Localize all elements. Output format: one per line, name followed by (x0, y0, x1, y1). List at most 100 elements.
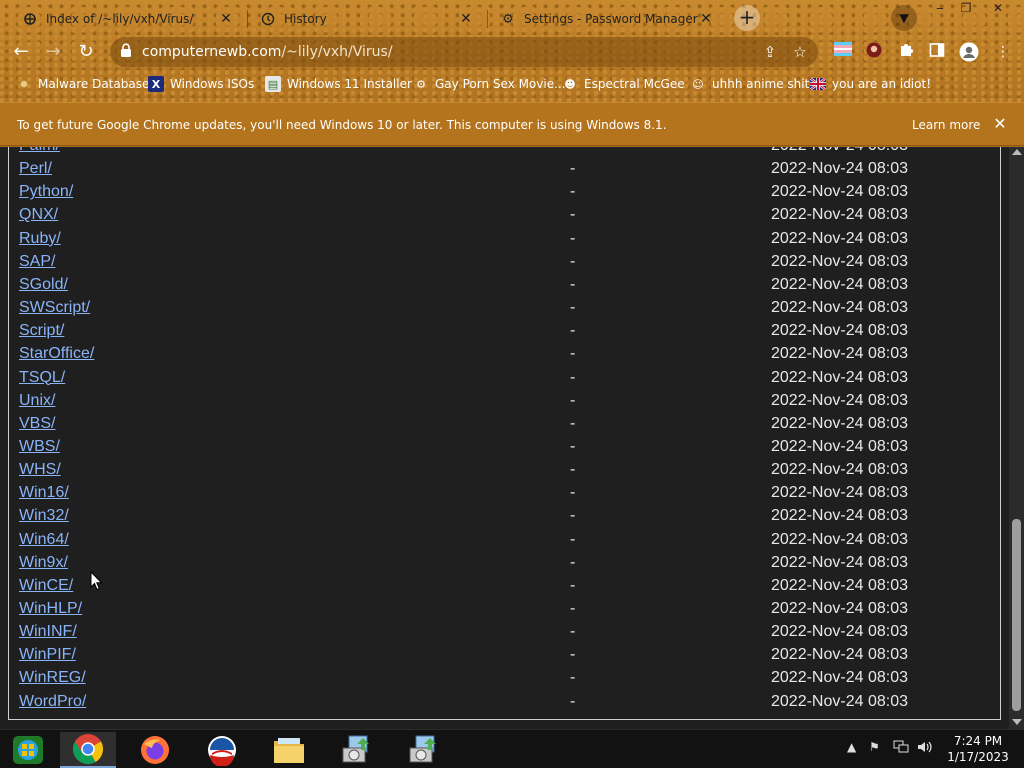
lock-icon[interactable] (120, 43, 134, 59)
directory-link[interactable]: StarOffice/ (19, 345, 94, 363)
modified-date-cell: 2022-Nov-24 08:03 (771, 391, 908, 409)
directory-link[interactable]: SWScript/ (19, 299, 90, 317)
directory-link[interactable]: Win32/ (19, 507, 69, 525)
directory-link[interactable]: WinHLP/ (19, 600, 82, 618)
minimize-button[interactable]: ‒ (927, 0, 953, 18)
toolbar: ← → ↻ computernewb.com/~lily/vxh/Virus/ … (0, 34, 1024, 70)
url-text[interactable]: computernewb.com/~lily/vxh/Virus/ (142, 44, 393, 60)
size-cell: - (570, 147, 575, 155)
show-hidden-icons-chevron-icon[interactable]: ▲ (847, 740, 856, 754)
table-row: WinREG/ - 2022-Nov-24 08:03 (19, 667, 989, 690)
bookmark-malware-database[interactable]: ✹ Malware Database (16, 75, 149, 93)
close-infobar-icon[interactable]: ✕ (991, 115, 1009, 133)
size-cell: - (570, 623, 576, 641)
directory-link[interactable]: VBS/ (19, 415, 55, 433)
tab-index-virus[interactable]: Index of /~lily/vxh/Virus/ ✕ (12, 4, 244, 34)
extension-avatar-icon[interactable] (864, 42, 884, 62)
new-tab-button[interactable]: + (734, 5, 760, 31)
malware-icon (22, 11, 38, 27)
scrollbar-thumb[interactable] (1012, 519, 1021, 711)
uk-flag-icon (810, 76, 826, 92)
directory-link[interactable]: WinPIF/ (19, 646, 76, 664)
modified-date-cell: 2022-Nov-24 08:03 (771, 646, 908, 664)
taskbar-opera[interactable] (194, 732, 250, 768)
directory-link[interactable]: WinINF/ (19, 623, 77, 641)
bookmark-windows-isos[interactable]: X Windows ISOs (148, 75, 254, 93)
directory-link[interactable]: WinCE/ (19, 577, 73, 595)
tab-search-button[interactable]: ▼ (891, 5, 917, 31)
action-center-flag-icon[interactable]: ⚑ (869, 740, 880, 754)
directory-link[interactable]: Ruby/ (19, 230, 61, 248)
directory-link[interactable]: Palm/ (19, 147, 60, 155)
directory-link[interactable]: Perl/ (19, 160, 52, 178)
reload-button[interactable]: ↻ (74, 40, 98, 64)
vertical-scrollbar[interactable] (1009, 147, 1024, 729)
table-row: SAP/ - 2022-Nov-24 08:03 (19, 251, 989, 274)
tab-settings-password-manager[interactable]: ⚙ Settings - Password Manager ✕ (490, 4, 724, 34)
menu-kebab-icon[interactable]: ⋮ (993, 42, 1013, 62)
directory-link[interactable]: TSQL/ (19, 369, 65, 387)
bookmark-gay-porn-sex-movie[interactable]: ⚙ Gay Porn Sex Movie... (413, 75, 565, 93)
modified-date-cell: 2022-Nov-24 08:03 (771, 600, 908, 617)
table-row: Win16/ - 2022-Nov-24 08:03 (19, 482, 989, 505)
system-clock[interactable]: 7:24 PM 1/17/2023 (938, 733, 1018, 765)
directory-link[interactable]: SGold/ (19, 276, 68, 294)
taskbar-file-explorer[interactable] (261, 732, 317, 768)
tab-history[interactable]: History ✕ (250, 4, 484, 34)
update-infobar: To get future Google Chrome updates, you… (0, 102, 1024, 146)
table-row: Script/ - 2022-Nov-24 08:03 (19, 320, 989, 343)
network-icon[interactable] (893, 740, 909, 757)
taskbar-chrome[interactable] (60, 732, 116, 768)
size-cell: - (570, 252, 576, 270)
scroll-up-arrow-icon[interactable] (1012, 149, 1022, 155)
volume-icon[interactable] (917, 740, 933, 757)
extensions-puzzle-icon[interactable] (896, 42, 916, 62)
directory-link[interactable]: Script/ (19, 322, 64, 340)
directory-link[interactable]: Unix/ (19, 392, 55, 410)
taskbar-firefox[interactable] (127, 732, 183, 768)
bookmark-uhhh-anime-shit[interactable]: ☺ uhhh anime shit (690, 75, 809, 93)
taskbar-installer-1[interactable] (328, 732, 384, 768)
taskbar-windows-media-center[interactable] (0, 732, 56, 768)
directory-link[interactable]: WHS/ (19, 461, 61, 479)
directory-link[interactable]: SAP/ (19, 253, 55, 271)
bookmark-label: uhhh anime shit (712, 77, 810, 91)
bookmark-you-are-an-idiot[interactable]: you are an idiot! (810, 75, 931, 93)
installer-icon (342, 735, 369, 763)
size-cell: - (570, 299, 576, 317)
directory-link[interactable]: WinREG/ (19, 669, 86, 687)
address-bar[interactable]: computernewb.com/~lily/vxh/Virus/ ⇪ ☆ (110, 37, 818, 67)
share-icon[interactable]: ⇪ (760, 42, 780, 62)
directory-link[interactable]: QNX/ (19, 206, 58, 224)
directory-link[interactable]: Win64/ (19, 531, 69, 549)
modified-date-cell: 2022-Nov-24 08:03 (771, 299, 908, 317)
close-window-button[interactable]: ✕ (985, 0, 1011, 18)
close-tab-icon[interactable]: ✕ (218, 11, 234, 27)
bookmark-windows-11-installer[interactable]: ▤ Windows 11 Installer (265, 75, 412, 93)
bookmark-label: you are an idiot! (832, 77, 931, 91)
restore-button[interactable]: ❐ (953, 0, 979, 18)
character-icon: ☻ (564, 77, 576, 91)
extension-icon[interactable] (833, 42, 853, 62)
scroll-down-arrow-icon[interactable] (1012, 719, 1022, 725)
bookmarks-bar: ✹ Malware Database X Windows ISOs ▤ Wind… (0, 70, 1024, 98)
bookmark-star-icon[interactable]: ☆ (790, 42, 810, 62)
profile-avatar-icon[interactable] (959, 42, 979, 62)
modified-date-cell: 2022-Nov-24 08:03 (771, 160, 908, 178)
table-row: WordPro/ - 2022-Nov-24 08:03 (19, 691, 989, 714)
directory-link[interactable]: WBS/ (19, 438, 60, 456)
directory-link[interactable]: Win9x/ (19, 554, 68, 572)
taskbar-installer-2[interactable] (395, 732, 451, 768)
directory-link[interactable]: Python/ (19, 183, 73, 201)
directory-link[interactable]: WordPro/ (19, 693, 86, 711)
directory-link[interactable]: Win16/ (19, 484, 69, 502)
size-cell: - (570, 229, 576, 247)
bookmark-label: Windows ISOs (170, 77, 255, 91)
close-tab-icon[interactable]: ✕ (458, 11, 474, 27)
bookmark-espectral-mcgee[interactable]: ☻ Espectral McGee (562, 75, 684, 93)
back-button[interactable]: ← (9, 40, 33, 64)
side-panel-icon[interactable] (927, 42, 947, 62)
forward-button[interactable]: → (41, 40, 65, 64)
learn-more-link[interactable]: Learn more (912, 118, 980, 132)
close-tab-icon[interactable]: ✕ (698, 11, 714, 27)
